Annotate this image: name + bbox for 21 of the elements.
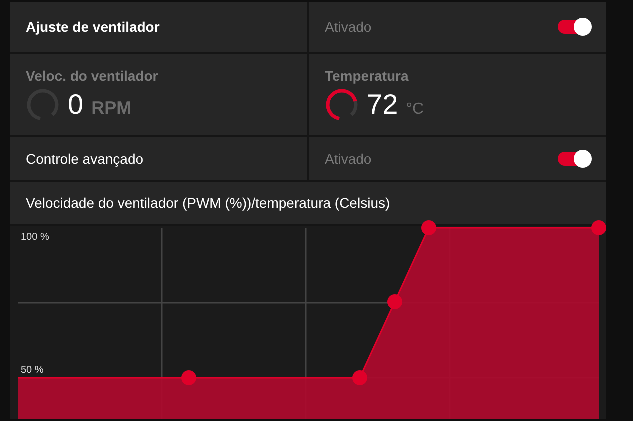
status-text: Ativado: [325, 19, 372, 35]
stat-unit: RPM: [92, 98, 132, 118]
stat-label: Temperatura: [325, 68, 409, 84]
stat-value: 0: [68, 88, 84, 120]
toggle-switch[interactable]: [558, 20, 590, 34]
curve-point[interactable]: [422, 220, 436, 236]
setting-label: Controle avançado: [26, 150, 144, 166]
axis-tick-label: 100 %: [21, 232, 50, 243]
toggle-switch[interactable]: [558, 152, 590, 166]
stat-value: 72: [367, 88, 398, 120]
curve-point[interactable]: [388, 294, 402, 310]
stat-label: Veloc. do ventilador: [26, 68, 158, 84]
chart-title: Velocidade do ventilador (PWM (%))/temperatura (Celsius): [26, 195, 390, 211]
curve-point[interactable]: [592, 220, 606, 236]
curve-point[interactable]: [352, 370, 368, 386]
setting-label: Ajuste de ventilador: [26, 19, 160, 35]
gauge-icon: [325, 88, 359, 122]
axis-tick-label: 50 %: [21, 365, 44, 376]
status-text: Ativado: [325, 150, 372, 166]
stat-unit: °C: [406, 100, 424, 118]
curve-point[interactable]: [182, 370, 196, 386]
